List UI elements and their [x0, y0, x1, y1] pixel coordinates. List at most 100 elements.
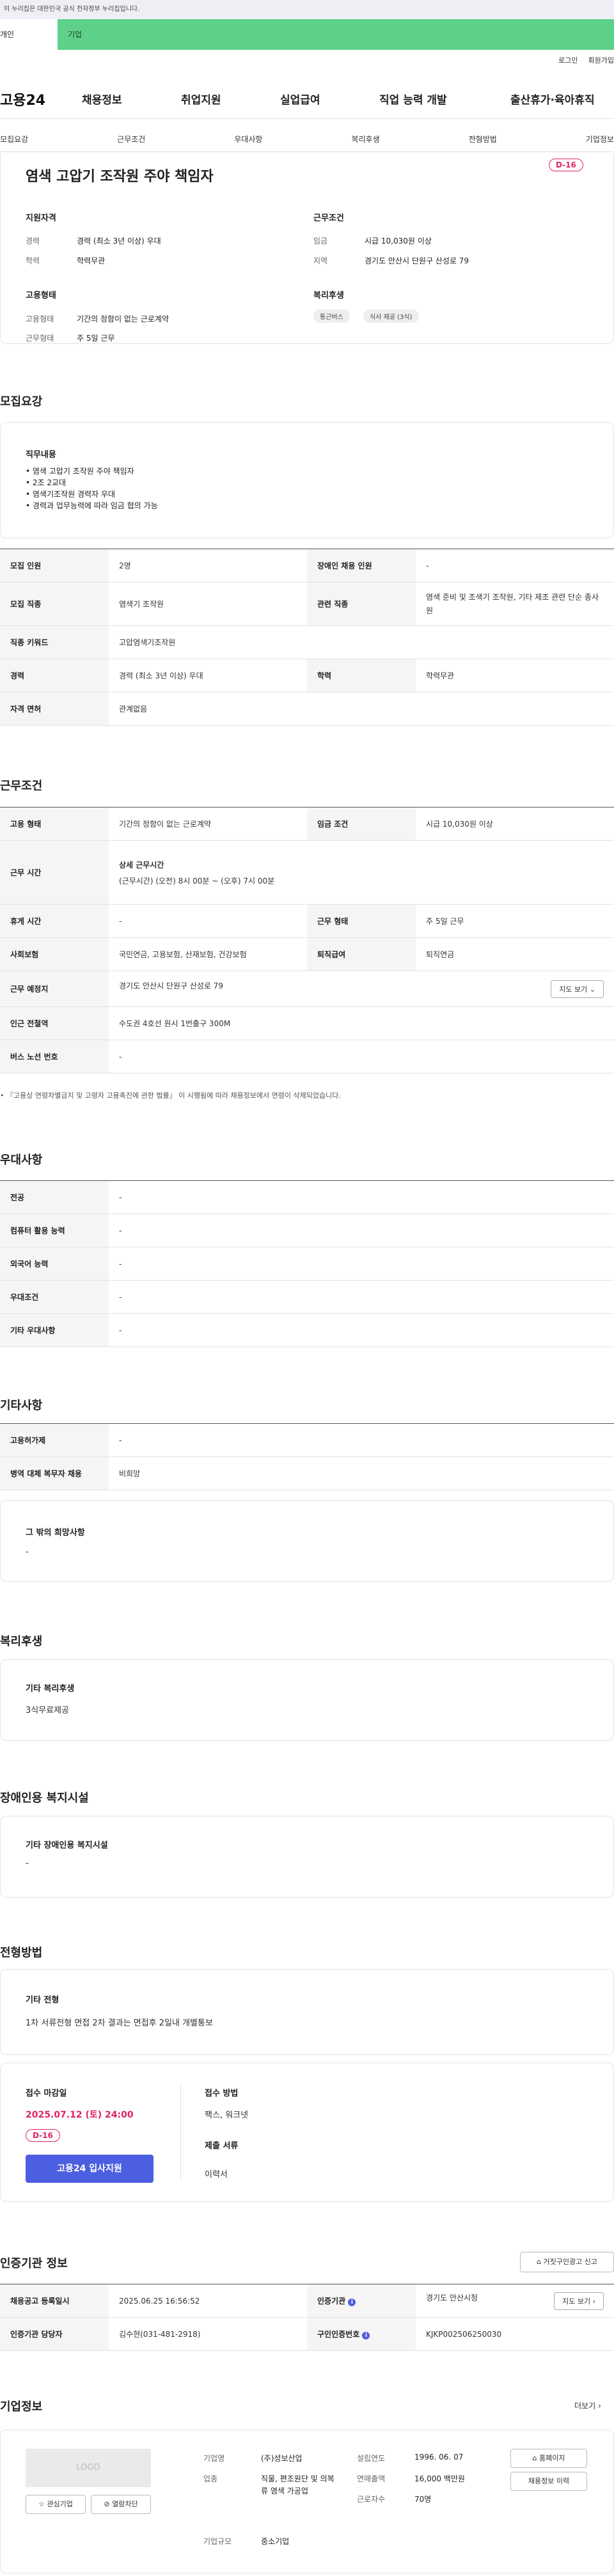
table-row: 자격 면허 관계없음 — [0, 692, 614, 726]
table-cell: 2명 — [109, 549, 307, 582]
other-wishes-title: 그 밖의 희망사항 — [26, 1528, 85, 1538]
qualification-heading: 지원자격 — [26, 214, 56, 223]
tab-company[interactable]: 기업 — [58, 19, 614, 50]
gnb-item-leave[interactable]: 출산휴가·육아휴직 — [510, 91, 595, 107]
company-name-value: (주)성보산업 — [261, 2454, 303, 2463]
recruit-table: 모집 인원 2명 장애인 채용 인원 - 모집 직종 염색기 조작원 관련 직종… — [0, 549, 614, 726]
table-row: 컴퓨터 활용 능력 - — [0, 1214, 614, 1247]
table-cell: - — [109, 904, 307, 938]
sales-label: 연매출액 — [357, 2474, 386, 2483]
cert-table: 채용공고 등록일시 2025.06.25 16:56:52 인증기관 i 경기도… — [0, 2284, 614, 2351]
map-button[interactable]: 지도 보기 ⌄ — [551, 980, 604, 998]
table-row: 모집 직종 염색기 조작원 관련 직종 염색 준비 및 조색기 조작원, 기타 … — [0, 582, 614, 626]
table-header-cell: 장애인 채용 인원 — [307, 549, 416, 582]
table-header-cell: 학력 — [307, 659, 416, 692]
home-icon: ⌂ — [537, 2258, 541, 2266]
block-icon: ⊘ — [104, 2500, 110, 2508]
signup-link[interactable]: 회원가입 — [588, 55, 614, 65]
login-link[interactable]: 로그인 — [558, 55, 578, 65]
gnb-item-unemployment[interactable]: 실업급여 — [280, 91, 379, 107]
region-label: 지역 — [313, 256, 328, 265]
block-view-button[interactable]: ⊘ 열람차단 — [91, 2495, 151, 2514]
table-header-cell: 전공 — [0, 1180, 109, 1214]
chevron-right-icon: › — [592, 2297, 595, 2306]
info-icon[interactable]: i — [348, 2299, 356, 2306]
table-cell: 수도권 4호선 원시 1번출구 300M — [109, 1006, 614, 1040]
table-header-cell: 휴게 시간 — [0, 904, 109, 938]
divider — [180, 2084, 181, 2180]
job-history-button[interactable]: 채용정보 이력 — [510, 2472, 587, 2491]
docs-heading: 제출 서류 — [205, 2141, 239, 2151]
career-label: 경력 — [26, 237, 40, 246]
subnav-company[interactable]: 기업정보 — [586, 134, 614, 144]
founded-label: 설립연도 — [357, 2454, 386, 2463]
table-row: 근무 시간 상세 근무시간 (근무시간) (오전) 8시 00분 ~ (오후) … — [0, 840, 614, 905]
work-heading: 근무조건 — [0, 779, 43, 793]
table-header-cell: 자격 면허 — [0, 692, 109, 726]
interest-company-button[interactable]: ☆ 관심기업 — [26, 2495, 86, 2514]
table-cell: 학력무관 — [416, 659, 614, 692]
table-header-cell: 직종 키워드 — [0, 625, 109, 659]
selection-heading: 전형방법 — [0, 1946, 43, 1960]
table-cell: 경기도 안산시 단원구 산성로 79 지도 보기 ⌄ — [109, 971, 614, 1007]
gnb-item-training[interactable]: 직업 능력 개발 — [379, 91, 510, 107]
table-header-cell: 퇴직급여 — [307, 937, 416, 971]
chip-commute-bus: 통근버스 — [313, 309, 350, 323]
table-cell: - — [109, 1423, 614, 1457]
table-row: 전공 - — [0, 1180, 614, 1214]
work-table: 고용 형태 기간의 정함이 없는 근로계약 임금 조건 시급 10,030원 이… — [0, 807, 614, 1073]
duty-line-3: • 염색기조작원 경력자 우대 — [26, 490, 115, 499]
work-hours-title: 상세 근무시간 — [119, 860, 164, 870]
apply-button[interactable]: 고용24 입사지원 — [26, 2155, 154, 2183]
table-header-cell: 우대조건 — [0, 1280, 109, 1314]
table-cell: KJKP002506250030 — [416, 2317, 614, 2351]
table-row: 모집 인원 2명 장애인 채용 인원 - — [0, 549, 614, 582]
home-icon: ⌂ — [532, 2454, 537, 2462]
table-cell: 시급 10,030원 이상 — [416, 807, 614, 841]
table-header-cell: 임금 조건 — [307, 807, 416, 841]
table-header-cell: 관련 직종 — [307, 582, 416, 626]
site-logo[interactable]: 고용24 — [0, 89, 82, 109]
dday-badge: D-16 — [549, 159, 583, 171]
table-cell: 비희망 — [109, 1456, 614, 1490]
table-header-cell: 인증기관 i — [307, 2284, 416, 2318]
table-cell: - — [109, 1040, 614, 1073]
welfare-heading: 복리후생 — [313, 291, 344, 301]
company-more-link[interactable]: 더보기 › — [574, 2400, 601, 2411]
subnav-welfare[interactable]: 복리후생 — [351, 134, 379, 144]
table-header-cell: 모집 인원 — [0, 549, 109, 582]
subnav-preference[interactable]: 우대사항 — [234, 134, 262, 144]
table-row: 버스 노선 번호 - — [0, 1040, 614, 1073]
homepage-button[interactable]: ⌂ 홈페이지 — [510, 2449, 587, 2468]
career-value: 경력 (최소 3년 이상) 우대 — [77, 237, 161, 246]
worktype-label: 근무형태 — [26, 334, 54, 343]
info-icon[interactable]: i — [362, 2332, 370, 2339]
tab-personal[interactable]: 개인 — [0, 19, 58, 50]
table-header-cell: 인근 전철역 — [0, 1006, 109, 1040]
gnb-item-jobs[interactable]: 채용정보 — [82, 91, 181, 107]
subnav-recruit[interactable]: 모집요강 — [0, 134, 28, 144]
scale-label: 기업규모 — [203, 2537, 232, 2546]
table-header-cell: 근무 형태 — [307, 904, 416, 938]
duty-line-4: • 경력과 업무능력에 따라 임금 협의 가능 — [26, 501, 158, 510]
block-label: 열람차단 — [112, 2500, 138, 2508]
cert-map-button[interactable]: 지도 보기 › — [554, 2291, 604, 2310]
table-header-cell: 고용 형태 — [0, 807, 109, 841]
report-fake-ad-button[interactable]: ⌂ 거짓구인광고 신고 — [520, 2252, 614, 2272]
industry-value: 직물, 편조원단 및 의복류 염색 가공업 — [261, 2474, 335, 2496]
gnb-item-employment-support[interactable]: 취업지원 — [181, 91, 280, 107]
other-wishes-text: - — [26, 1547, 29, 1557]
deadline-dday-badge: D-16 — [26, 2129, 60, 2142]
table-cell: 김수현(031-481-2918) — [109, 2317, 307, 2351]
section-nav: 모집요강 근무조건 우대사항 복리후생 전형방법 기업정보 — [0, 127, 614, 152]
subnav-conditions[interactable]: 근무조건 — [117, 134, 145, 144]
util-links: 로그인 회원가입 — [558, 55, 614, 65]
cert-agency-value: 경기도 안산시청 — [426, 2293, 478, 2302]
subnav-selection[interactable]: 전형방법 — [469, 134, 497, 144]
table-header-cell: 기타 우대사항 — [0, 1313, 109, 1347]
global-nav: 고용24 채용정보 취업지원 실업급여 직업 능력 개발 출산휴가·육아휴직 — [0, 79, 614, 119]
staff-value: 70명 — [414, 2495, 432, 2504]
duty-line-2: • 2조 2교대 — [26, 478, 67, 487]
map-button-label: 지도 보기 — [559, 985, 588, 994]
table-cell: 국민연금, 고용보험, 산재보험, 건강보험 — [109, 937, 307, 971]
